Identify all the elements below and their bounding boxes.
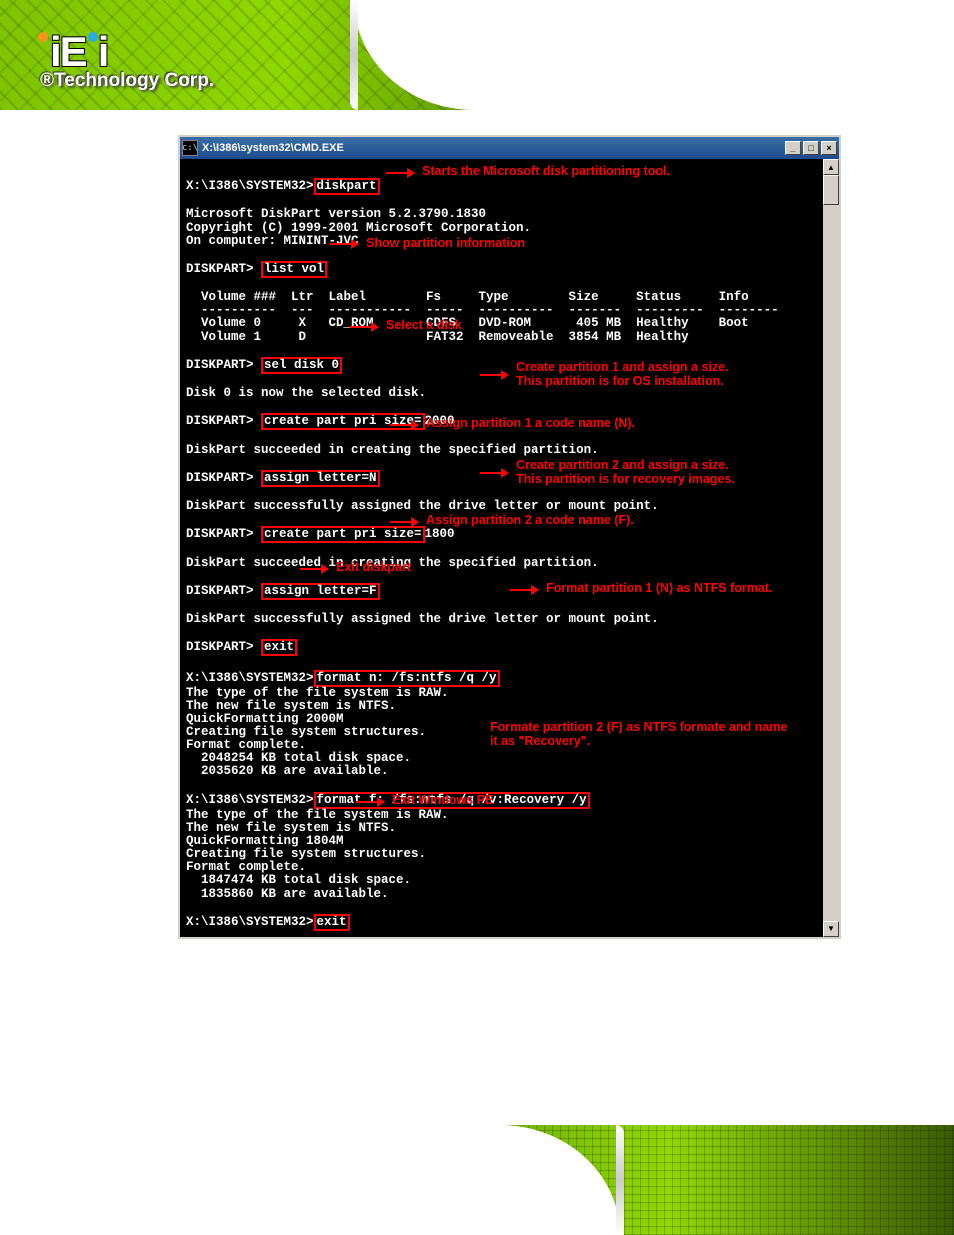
- cmd-sel-disk: sel disk 0: [261, 357, 342, 374]
- text: The type of the file system is RAW.: [186, 686, 449, 700]
- table-header: Volume ### Ltr Label Fs Type Size Status…: [186, 290, 749, 304]
- close-button[interactable]: ×: [821, 141, 837, 155]
- text: Format complete.: [186, 860, 306, 874]
- text: Format complete.: [186, 738, 306, 752]
- cmd-assign-n: assign letter=N: [261, 470, 380, 487]
- text: Creating file system structures.: [186, 847, 426, 861]
- annotation-assignF: Assign partition 2 a code name (F).: [426, 514, 634, 528]
- text: DiskPart successfully assigned the drive…: [186, 612, 659, 626]
- prompt: DISKPART>: [186, 262, 261, 276]
- annotation-exit-pe: Exit Windows PE: [392, 794, 493, 808]
- window-title: X:\I386\system32\CMD.EXE: [202, 142, 783, 154]
- cmd-diskpart: diskpart: [314, 178, 380, 195]
- cmd-create-part-2: create part pri size=: [261, 526, 425, 543]
- text: The type of the file system is RAW.: [186, 808, 449, 822]
- footer-curve: [0, 1125, 620, 1235]
- prompt: X:\I386\SYSTEM32>: [186, 793, 314, 807]
- titlebar[interactable]: c:\ X:\I386\system32\CMD.EXE _ □ ×: [180, 137, 839, 159]
- arrow-icon: [390, 521, 418, 523]
- console-output: X:\I386\SYSTEM32>diskpart Microsoft Disk…: [182, 161, 837, 935]
- prompt: DISKPART>: [186, 471, 261, 485]
- prompt: DISKPART>: [186, 358, 261, 372]
- text: Disk 0 is now the selected disk.: [186, 386, 426, 400]
- arrow-icon: [480, 374, 508, 376]
- prompt: X:\I386\SYSTEM32>: [186, 915, 314, 929]
- arrow-icon: [300, 568, 328, 570]
- cmd-format-n: format n: /fs:ntfs /q /y: [314, 670, 500, 687]
- prompt: X:\I386\SYSTEM32>: [186, 179, 314, 193]
- text: Creating file system structures.: [186, 725, 426, 739]
- maximize-button[interactable]: □: [803, 141, 819, 155]
- annotation-exit-diskpart: Exit diskpart: [336, 561, 411, 575]
- text: The new file system is NTFS.: [186, 699, 396, 713]
- text: QuickFormatting 1804M: [186, 834, 344, 848]
- text: The new file system is NTFS.: [186, 821, 396, 835]
- logo-text: iEi: [38, 28, 214, 76]
- annotation-listvol: Show partition information: [366, 237, 525, 251]
- annotation-seldisk: Select a disk: [386, 319, 462, 333]
- prompt: DISKPART>: [186, 527, 261, 541]
- minimize-button[interactable]: _: [785, 141, 801, 155]
- annotation-create1: Create partition 1 and assign a size. Th…: [516, 361, 776, 389]
- text: QuickFormatting 2000M: [186, 712, 344, 726]
- text: Copyright (C) 1999-2001 Microsoft Corpor…: [186, 221, 531, 235]
- prompt: X:\I386\SYSTEM32>: [186, 671, 314, 685]
- logo: iEi ®Technology Corp.: [38, 28, 214, 92]
- prompt: DISKPART>: [186, 640, 261, 654]
- text: 1847474 KB total disk space.: [186, 873, 411, 887]
- text: 2048254 KB total disk space.: [186, 751, 411, 765]
- text: 1835860 KB are available.: [186, 887, 389, 901]
- header-curve: [354, 0, 954, 110]
- cmd-window: c:\ X:\I386\system32\CMD.EXE _ □ × ▲ ▼ X…: [178, 135, 841, 939]
- prompt: DISKPART>: [186, 414, 261, 428]
- text: DiskPart succeeded in creating the speci…: [186, 443, 599, 457]
- cmd-exit-pe: exit: [314, 914, 350, 931]
- annotation-create2: Create partition 2 and assign a size. Th…: [516, 459, 776, 487]
- footer-banner: [0, 1125, 954, 1235]
- cmd-create-part-1: create part pri size=: [261, 413, 425, 430]
- text: 2035620 KB are available.: [186, 764, 389, 778]
- prompt: DISKPART>: [186, 584, 261, 598]
- arrow-icon: [386, 172, 414, 174]
- annotation-diskpart: Starts the Microsoft disk partitioning t…: [422, 165, 670, 179]
- console-body: ▲ ▼ X:\I386\SYSTEM32>diskpart Microsoft …: [180, 159, 839, 937]
- arrow-icon: [356, 801, 384, 803]
- text: Microsoft DiskPart version 5.2.3790.1830: [186, 207, 486, 221]
- annotation-assignN: Assign partition 1 a code name (N).: [426, 417, 635, 431]
- cmd-exit-diskpart: exit: [261, 639, 297, 656]
- table-row: Volume 0 X CD_ROM CDFS DVD-ROM 405 MB He…: [186, 316, 749, 330]
- text: On computer: MININT-JVC: [186, 234, 359, 248]
- annotation-formatF: Formate partition 2 (F) as NTFS formate …: [490, 721, 790, 749]
- cmd-list-vol: list vol: [261, 261, 327, 278]
- arrow-icon: [350, 326, 378, 328]
- arrow-icon: [480, 472, 508, 474]
- arrow-icon: [330, 243, 358, 245]
- table-sep: ---------- --- ----------- ----- -------…: [186, 303, 779, 317]
- cmd-assign-f: assign letter=F: [261, 583, 380, 600]
- arrow-icon: [390, 424, 418, 426]
- arrow-icon: [510, 589, 538, 591]
- annotation-formatN: Format partition 1 (N) as NTFS format.: [546, 582, 772, 596]
- app-icon: c:\: [182, 140, 198, 156]
- text: DiskPart successfully assigned the drive…: [186, 499, 659, 513]
